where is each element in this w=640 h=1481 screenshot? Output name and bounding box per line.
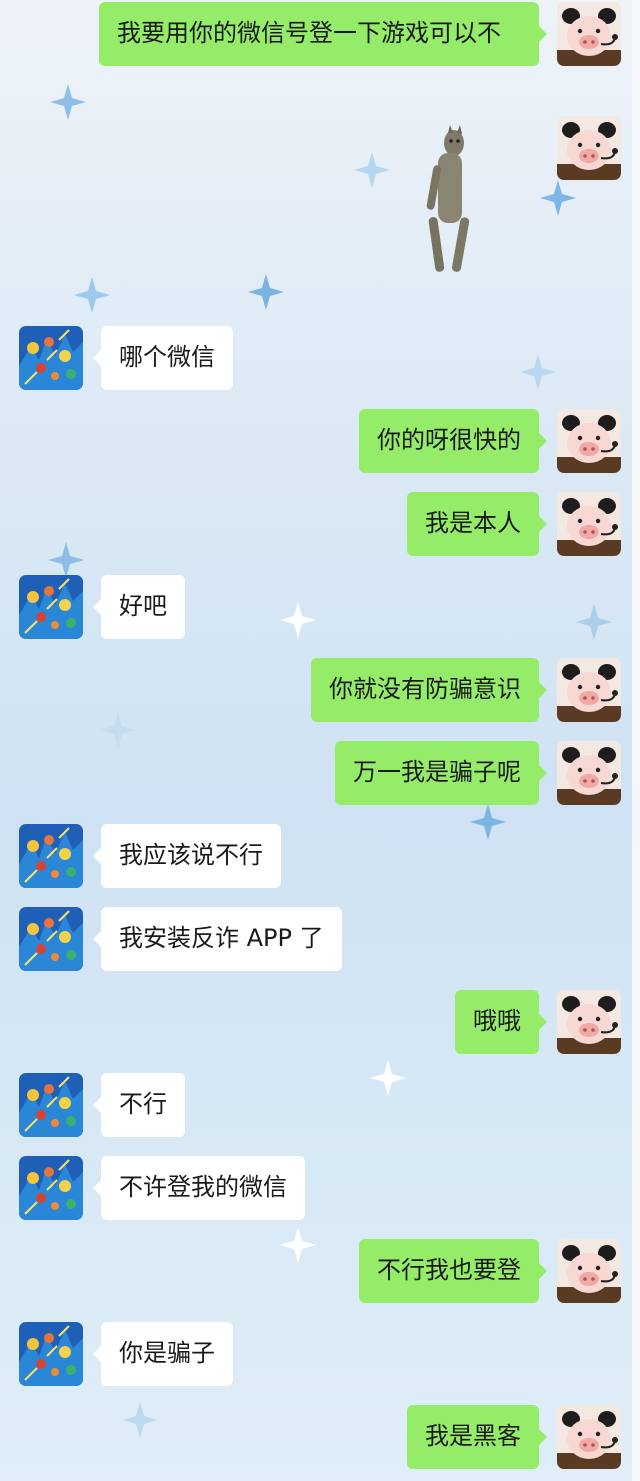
message-bubble[interactable]: 我是黑客 xyxy=(407,1405,547,1469)
message-bubble[interactable]: 哦哦 xyxy=(455,990,547,1054)
message-bubble[interactable]: 不许登我的微信 xyxy=(93,1156,305,1220)
colorful-art-avatar-icon[interactable] xyxy=(19,907,83,971)
pig-avatar-icon[interactable] xyxy=(557,990,621,1054)
colorful-art-avatar-icon[interactable] xyxy=(19,1322,83,1386)
pig-avatar-icon[interactable] xyxy=(557,409,621,473)
colorful-art-avatar-icon[interactable] xyxy=(19,824,83,888)
message-bubble[interactable]: 我要用你的微信号登一下游戏可以不 xyxy=(99,2,547,66)
message-bubble[interactable]: 万一我是骗子呢 xyxy=(335,741,547,805)
message-bubble[interactable]: 我是本人 xyxy=(407,492,547,556)
message-bubble[interactable]: 你就没有防骗意识 xyxy=(311,658,547,722)
pig-avatar-icon[interactable] xyxy=(557,741,621,805)
dancing-cat-sticker-icon[interactable] xyxy=(420,125,480,285)
message-bubble[interactable]: 我安装反诈 APP 了 xyxy=(93,907,342,971)
colorful-art-avatar-icon[interactable] xyxy=(19,1073,83,1137)
message-bubble[interactable]: 你的呀很快的 xyxy=(359,409,547,473)
message-bubble[interactable]: 我应该说不行 xyxy=(93,824,281,888)
chat-message-list: 我要用你的微信号登一下游戏可以不 哪个微信 你的呀很快的 我是本人 好吧 你就没… xyxy=(0,0,640,1481)
message-bubble[interactable]: 哪个微信 xyxy=(93,326,233,390)
pig-avatar-icon[interactable] xyxy=(557,1405,621,1469)
colorful-art-avatar-icon[interactable] xyxy=(19,326,83,390)
pig-avatar-icon[interactable] xyxy=(557,1239,621,1303)
message-bubble[interactable]: 你是骗子 xyxy=(93,1322,233,1386)
message-bubble[interactable]: 不行 xyxy=(93,1073,185,1137)
colorful-art-avatar-icon[interactable] xyxy=(19,1156,83,1220)
pig-avatar-icon[interactable] xyxy=(557,658,621,722)
message-bubble[interactable]: 不行我也要登 xyxy=(359,1239,547,1303)
pig-avatar-icon[interactable] xyxy=(557,116,621,180)
pig-avatar-icon[interactable] xyxy=(557,2,621,66)
pig-avatar-icon[interactable] xyxy=(557,492,621,556)
colorful-art-avatar-icon[interactable] xyxy=(19,575,83,639)
message-bubble[interactable]: 好吧 xyxy=(93,575,185,639)
